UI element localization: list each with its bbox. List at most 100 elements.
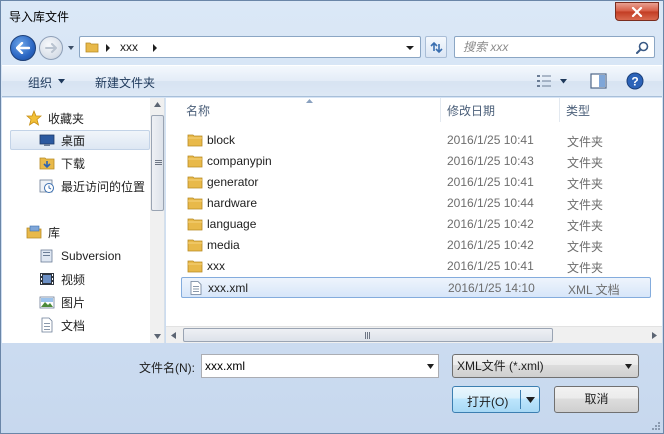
file-row-hardware[interactable]: hardware 2016/1/25 10:44 文件夹 [181,193,651,214]
chevron-down-icon[interactable] [526,397,535,403]
scrollbar-thumb[interactable] [183,328,553,342]
favorites-label: 收藏夹 [48,111,85,126]
breadcrumb-item[interactable]: xxx [120,40,138,54]
cancel-button[interactable]: 取消 [554,386,639,413]
file-date: 2016/1/25 10:42 [447,217,534,231]
scroll-left-icon[interactable] [171,332,176,339]
column-header-name[interactable]: 名称 [180,98,440,122]
file-date: 2016/1/25 10:42 [447,238,534,252]
video-icon [40,273,54,285]
filename-input[interactable] [202,355,412,377]
scroll-up-icon[interactable] [154,102,161,107]
navigation-row: xxx [1,31,663,63]
file-name: xxx.xml [208,281,248,295]
file-name: xxx [207,259,225,273]
title-bar[interactable]: 导入库文件 [1,1,663,29]
breadcrumb-arrow-icon[interactable] [105,44,111,52]
file-date: 2016/1/25 10:41 [447,133,534,147]
horizontal-scrollbar[interactable] [166,326,662,343]
close-icon [631,6,643,17]
navigation-scrollbar[interactable] [150,98,164,343]
new-folder-button[interactable]: 新建文件夹 [95,74,155,91]
file-date: 2016/1/25 10:43 [447,154,534,168]
column-header-modified[interactable]: 修改日期 [441,98,559,122]
chevron-down-icon[interactable] [625,364,632,369]
pictures-icon [39,296,55,309]
back-button[interactable] [10,35,36,61]
libraries-header[interactable]: 库 [26,222,60,242]
forward-arrow-icon [45,43,57,53]
preview-pane-icon[interactable] [590,73,607,89]
folder-icon [187,176,203,189]
sidebar-item-label: 桌面 [61,133,86,148]
refresh-button[interactable] [425,36,447,58]
file-row-xxx[interactable]: xxx 2016/1/25 10:41 文件夹 [181,256,651,277]
close-button[interactable] [615,2,659,21]
download-folder-icon [39,157,55,170]
recent-places-icon [39,179,54,193]
search-input[interactable] [455,37,625,57]
sidebar-item-subversion[interactable]: Subversion [39,246,121,266]
library-icon [40,249,53,263]
file-type-select[interactable]: XML文件 (*.xml) [452,354,639,378]
folder-icon [187,239,203,252]
sidebar-item-videos[interactable]: 视频 [39,269,85,289]
file-type: 文件夹 [567,156,604,170]
navigation-pane: 收藏夹 桌面 下载 最近访问的位置 库 Subversion 视频 图片 文档 [2,98,165,343]
file-type: XML 文档 [568,283,620,297]
file-list: 名称 修改日期 类型 block 2016/1/25 10:41 文件夹 com… [166,98,662,343]
open-button[interactable]: 打开(O) [452,386,540,413]
chevron-down-icon[interactable] [406,45,414,51]
file-row-generator[interactable]: generator 2016/1/25 10:41 文件夹 [181,172,651,193]
history-dropdown-icon[interactable] [67,44,75,52]
file-name: companypin [207,154,272,168]
folder-icon [187,218,203,231]
open-button-label: 打开(O) [467,395,509,409]
file-row-block[interactable]: block 2016/1/25 10:41 文件夹 [181,130,651,151]
chevron-down-icon[interactable] [560,79,567,84]
file-date: 2016/1/25 10:44 [447,196,534,210]
address-bar[interactable]: xxx [79,36,421,58]
file-type: 文件夹 [567,135,604,149]
back-arrow-icon [16,42,30,54]
chevron-down-icon[interactable] [58,79,65,84]
file-type: 文件夹 [567,240,604,254]
folder-icon [187,134,203,147]
documents-icon [41,317,53,333]
split-divider [520,390,521,409]
file-row-companypin[interactable]: companypin 2016/1/25 10:43 文件夹 [181,151,651,172]
sidebar-item-label: 视频 [61,272,86,287]
organize-button[interactable]: 组织 [28,74,52,91]
sidebar-item-downloads[interactable]: 下载 [39,153,85,173]
favorites-header[interactable]: 收藏夹 [26,108,84,128]
column-header-type[interactable]: 类型 [560,98,660,122]
file-row-xxx-xml[interactable]: xxx.xml 2016/1/25 14:10 XML 文档 [181,277,651,298]
resize-grip-icon[interactable] [651,421,661,431]
view-options-icon[interactable] [536,74,552,88]
svg-text:?: ? [631,75,638,89]
sidebar-item-desktop[interactable]: 桌面 [10,130,150,150]
scroll-right-icon[interactable] [652,332,657,339]
sidebar-item-label: 图片 [61,295,86,310]
chevron-down-icon[interactable] [427,364,434,369]
sidebar-item-recent-places[interactable]: 最近访问的位置 [39,176,145,196]
refresh-icon [429,41,443,53]
breadcrumb-arrow-icon[interactable] [152,44,158,52]
libraries-label: 库 [48,225,61,240]
sidebar-item-pictures[interactable]: 图片 [39,292,85,312]
file-type-selected: XML文件 (*.xml) [457,359,544,373]
help-icon[interactable]: ? [626,72,644,90]
xml-file-icon [190,281,202,295]
search-icon[interactable] [636,41,649,54]
forward-button[interactable] [39,36,63,60]
scroll-down-icon[interactable] [154,334,161,339]
filename-combobox[interactable] [201,354,439,378]
scrollbar-thumb[interactable] [151,115,164,211]
file-row-language[interactable]: language 2016/1/25 10:42 文件夹 [181,214,651,235]
sidebar-item-documents[interactable]: 文档 [39,315,85,335]
file-row-media[interactable]: media 2016/1/25 10:42 文件夹 [181,235,651,256]
filename-label: 文件名(N): [139,361,195,375]
folder-icon [187,197,203,210]
search-box[interactable] [454,36,655,58]
window-title: 导入库文件 [9,10,70,24]
